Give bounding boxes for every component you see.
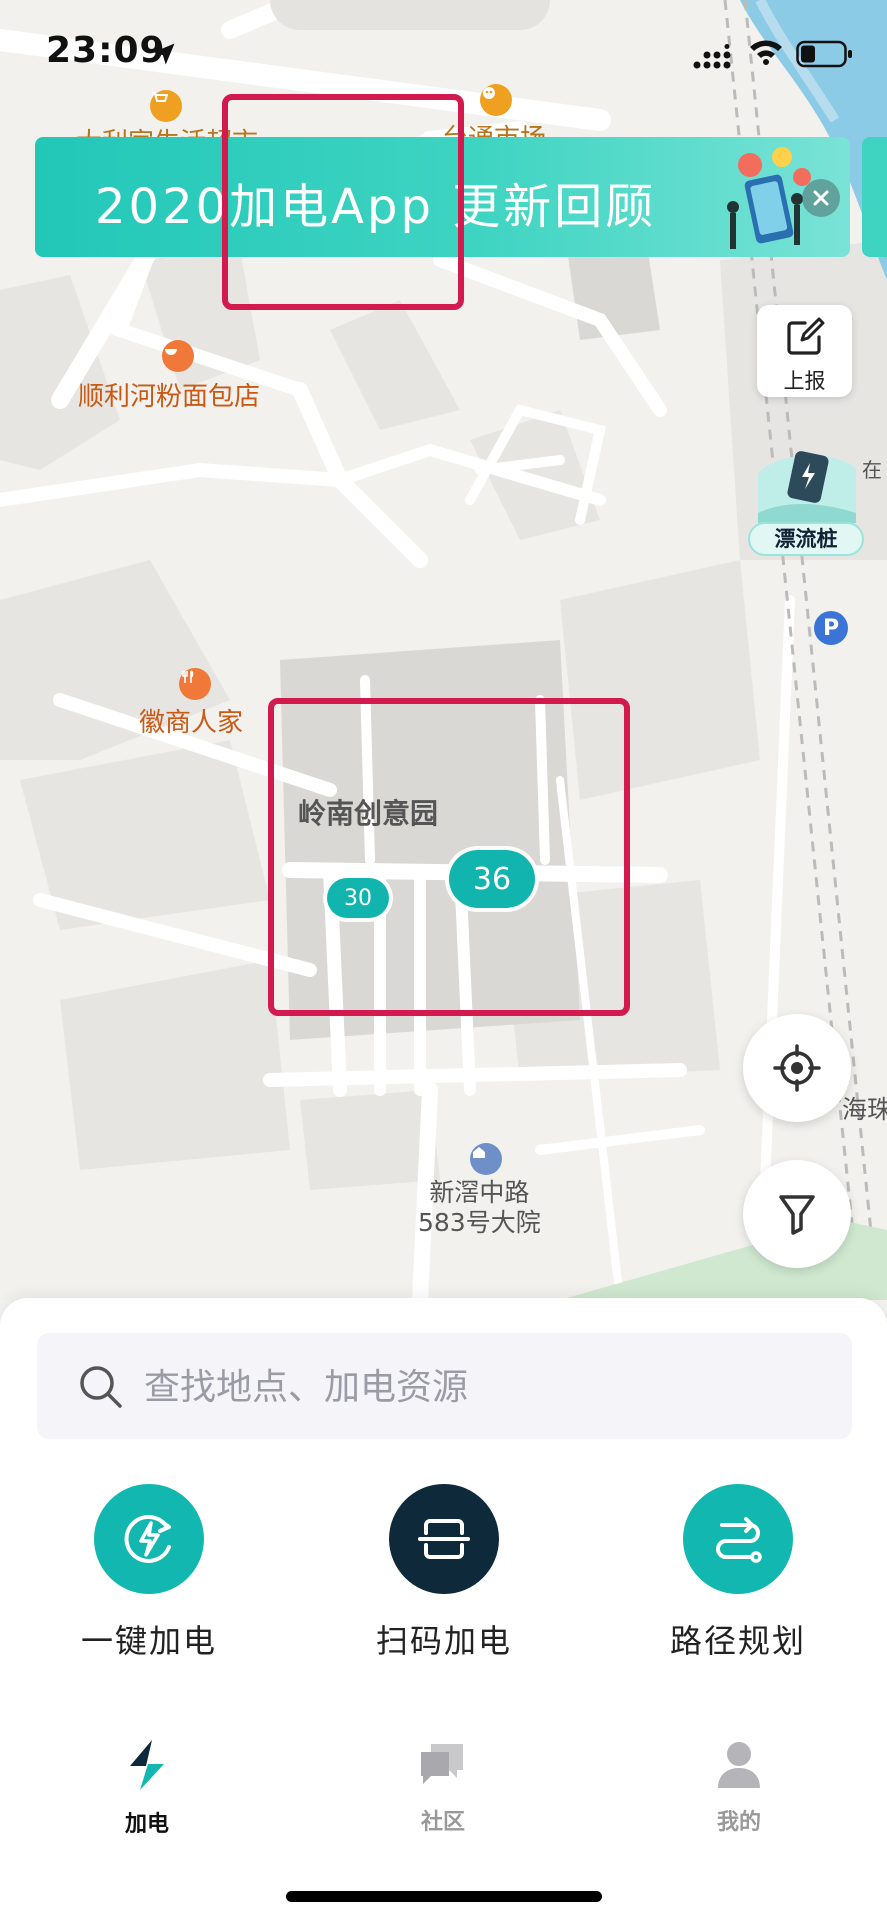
banner-close-button[interactable] — [802, 179, 840, 217]
one-click-charge-button[interactable]: 一键加电 — [39, 1484, 259, 1662]
tab-charge[interactable]: 加电 — [72, 1738, 222, 1838]
lightning-icon — [130, 1740, 164, 1790]
poi-compound-line1: 新滘中路 — [429, 1178, 530, 1207]
next-banner-peek[interactable] — [862, 137, 887, 257]
scan-charge-label: 扫码加电 — [375, 1622, 512, 1660]
filter-button[interactable] — [743, 1160, 851, 1268]
charging-pile-icon — [758, 451, 856, 523]
locate-button[interactable] — [743, 1014, 851, 1122]
tab-bar: 加电 社区 我的 — [0, 1738, 887, 1858]
cellular-signal-icon — [693, 44, 731, 69]
scan-charge-button[interactable]: 扫码加电 — [334, 1484, 554, 1662]
poi-right-edge-label: 海珠 — [842, 1095, 887, 1124]
tab-community[interactable]: 社区 — [368, 1738, 518, 1836]
restaurant-icon[interactable] — [179, 668, 211, 700]
status-time: 23:09 — [46, 30, 166, 71]
report-label: 上报 — [783, 369, 826, 393]
poi-restaurant-label[interactable]: 徽商人家 — [139, 702, 243, 739]
annotation-box-clusters — [268, 698, 630, 1016]
close-icon — [813, 190, 829, 206]
chat-icon — [421, 1744, 463, 1784]
edit-icon — [787, 317, 825, 355]
route-plan-label: 路径规划 — [669, 1622, 806, 1660]
scan-charge-circle — [389, 1484, 499, 1594]
search-icon — [80, 1366, 122, 1408]
route-icon — [716, 1517, 762, 1563]
report-button[interactable]: 上报 — [757, 305, 852, 397]
tab-mine-label: 我的 — [716, 1810, 761, 1835]
crosshair-icon — [773, 1044, 821, 1092]
drift-pile-label: 漂流桩 — [748, 522, 864, 556]
home-indicator — [286, 1891, 602, 1902]
compound-icon[interactable] — [470, 1143, 502, 1175]
poi-compound-label[interactable]: 新滘中路 583号大院 — [418, 1178, 541, 1238]
person-icon — [718, 1742, 760, 1788]
scan-icon — [418, 1519, 470, 1559]
route-plan-button[interactable]: 路径规划 — [628, 1484, 848, 1662]
filter-icon — [779, 1195, 815, 1235]
annotation-box-banner — [222, 94, 464, 310]
tab-community-label: 社区 — [420, 1810, 465, 1835]
one-click-charge-circle — [94, 1484, 204, 1594]
location-arrow-icon — [153, 43, 175, 65]
noodle-shop-icon[interactable] — [162, 340, 194, 372]
one-click-charge-label: 一键加电 — [80, 1622, 217, 1660]
parking-icon[interactable]: P — [814, 611, 848, 645]
search-input[interactable] — [142, 1353, 826, 1421]
wifi-icon — [750, 40, 782, 65]
battery-icon — [796, 40, 852, 68]
drift-pile-button[interactable]: 漂流桩 — [748, 443, 864, 561]
search-bar[interactable] — [37, 1333, 852, 1439]
poi-right-edge-label-2: 在 — [862, 458, 882, 482]
poi-compound-line2: 583号大院 — [418, 1208, 541, 1237]
poi-noodle-shop-label[interactable]: 顺利河粉面包店 — [78, 376, 260, 413]
route-plan-circle — [683, 1484, 793, 1594]
bottom-sheet: 一键加电 扫码加电 路径规划 — [0, 1298, 887, 1920]
tab-charge-label: 加电 — [124, 1812, 169, 1837]
tab-mine[interactable]: 我的 — [664, 1738, 814, 1836]
lightning-cycle-icon — [124, 1514, 171, 1563]
